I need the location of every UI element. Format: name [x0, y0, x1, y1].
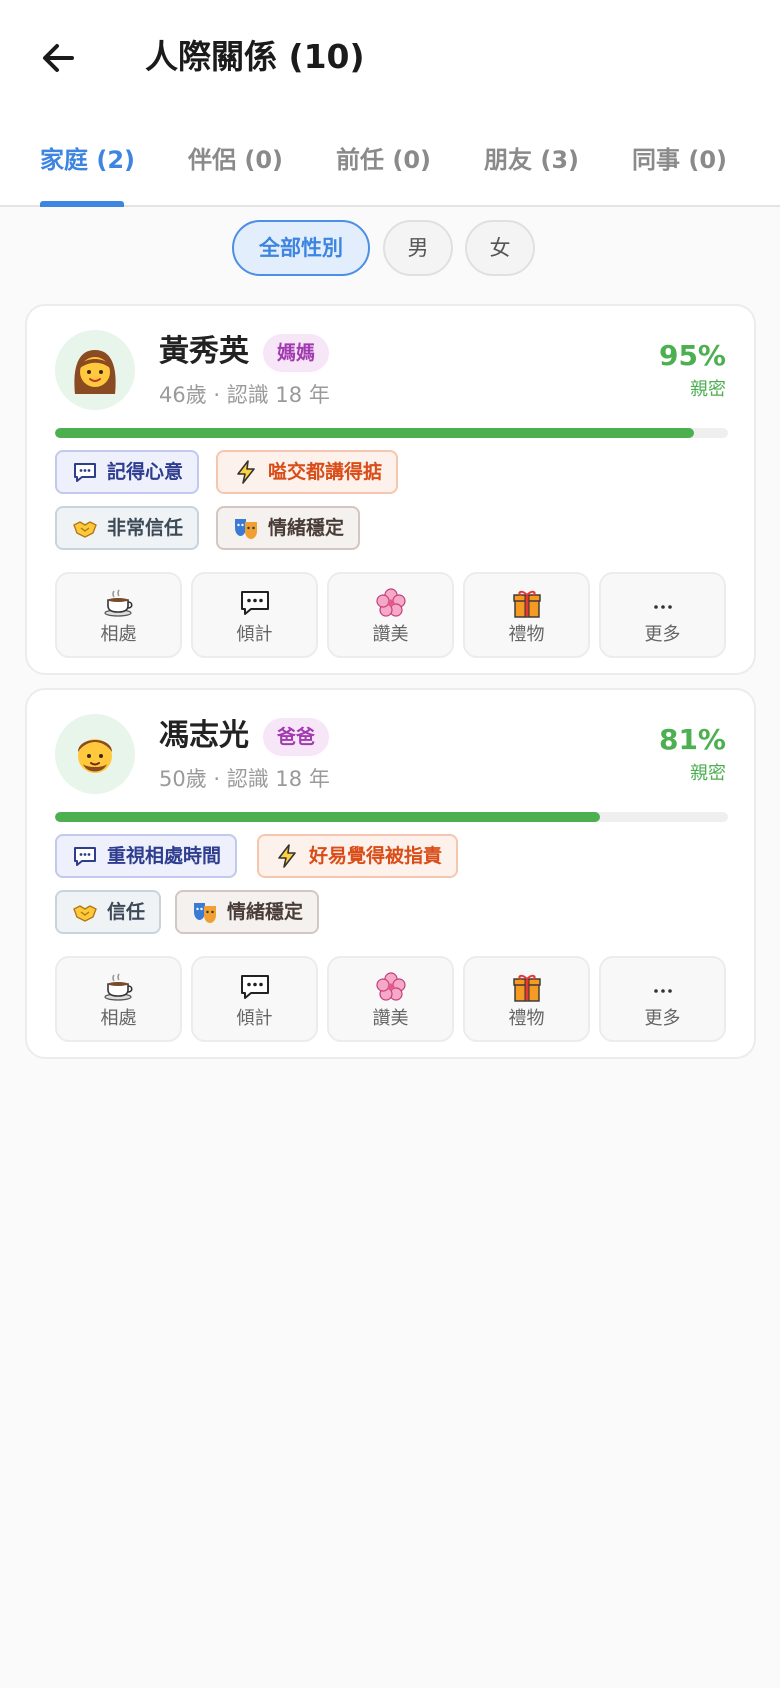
- speech-bubble-icon: [71, 458, 99, 486]
- action-hang-out-button[interactable]: 相處: [55, 956, 182, 1042]
- action-praise-button[interactable]: 讚美: [327, 956, 454, 1042]
- tab-ex[interactable]: 前任 (0): [336, 140, 431, 180]
- more-icon: [601, 970, 724, 1004]
- trait-tag-label: 信任: [107, 901, 146, 923]
- trait-tag: 情緒穩定: [175, 890, 320, 934]
- action-label: 禮物: [508, 624, 545, 645]
- intimacy-label: 親密: [690, 379, 726, 400]
- coffee-cup-icon: [57, 586, 180, 620]
- action-label: 相處: [100, 1008, 137, 1029]
- action-gift-button[interactable]: 禮物: [463, 572, 590, 658]
- person-meta: 46歲 · 認識 18 年: [159, 383, 330, 407]
- action-label: 傾計: [236, 624, 273, 645]
- theater-masks-icon: [191, 898, 219, 926]
- woman-face-icon: [74, 350, 116, 394]
- trait-tag: 信任: [55, 890, 162, 934]
- trait-tag-label: 情緒穩定: [227, 901, 304, 923]
- speech-bubble-icon: [71, 842, 99, 870]
- person-card[interactable]: 黃秀英 媽媽 46歲 · 認識 18 年 95% 親密 記得心意 嗌交都講得掂 …: [25, 304, 756, 675]
- gender-filter: 全部性別 男 女: [0, 220, 780, 276]
- active-tab-indicator: [40, 201, 124, 207]
- lightning-icon: [232, 458, 260, 486]
- gift-icon: [465, 586, 588, 620]
- trait-tag-label: 好易覺得被指責: [309, 845, 443, 867]
- action-label: 禮物: [508, 1008, 545, 1029]
- category-tabs: 家庭 (2) 伴侶 (0) 前任 (0) 朋友 (3) 同事 (0): [0, 110, 780, 207]
- trait-tag: 嗌交都講得掂: [216, 450, 399, 494]
- coffee-cup-icon: [57, 970, 180, 1004]
- intimacy-percent: 95%: [658, 339, 726, 372]
- trait-tag-label: 重視相處時間: [107, 845, 222, 867]
- avatar: [55, 714, 135, 794]
- intimacy-bar-fill: [55, 428, 695, 438]
- trait-tag: 好易覺得被指責: [257, 834, 459, 878]
- action-label: 更多: [644, 624, 681, 645]
- action-gift-button[interactable]: 禮物: [463, 956, 590, 1042]
- person-meta: 50歲 · 認識 18 年: [159, 767, 330, 791]
- man-face-icon: [78, 739, 112, 773]
- back-arrow-icon: [43, 44, 74, 72]
- tab-partner[interactable]: 伴侶 (0): [188, 140, 283, 180]
- person-name: 黃秀英: [159, 334, 249, 369]
- intimacy-bar-fill: [55, 812, 601, 822]
- role-badge: 爸爸: [263, 718, 330, 756]
- intimacy-bar: [55, 812, 728, 822]
- more-icon: [601, 586, 724, 620]
- theater-masks-icon: [232, 514, 260, 542]
- person-card[interactable]: 馮志光 爸爸 50歲 · 認識 18 年 81% 親密 重視相處時間 好易覺得被…: [25, 688, 756, 1059]
- intimacy-percent: 81%: [658, 723, 726, 756]
- trait-tag: 情緒穩定: [216, 506, 361, 550]
- role-badge: 媽媽: [263, 334, 330, 372]
- action-more-button[interactable]: 更多: [599, 572, 726, 658]
- action-chat-button[interactable]: 傾計: [191, 572, 318, 658]
- handshake-icon: [71, 514, 99, 542]
- trait-tag: 重視相處時間: [55, 834, 238, 878]
- action-label: 更多: [644, 1008, 681, 1029]
- top-app-bar: 人際關係 (10): [0, 0, 780, 110]
- action-chat-button[interactable]: 傾計: [191, 956, 318, 1042]
- action-hang-out-button[interactable]: 相處: [55, 572, 182, 658]
- trait-tag-label: 非常信任: [107, 517, 184, 539]
- trait-tag: 非常信任: [55, 506, 200, 550]
- chat-bubble-icon: [193, 970, 316, 1004]
- trait-tag-label: 記得心意: [107, 461, 184, 483]
- gift-icon: [465, 970, 588, 1004]
- trait-tag-label: 情緒穩定: [268, 517, 345, 539]
- action-more-button[interactable]: 更多: [599, 956, 726, 1042]
- trait-tag-label: 嗌交都講得掂: [268, 461, 383, 483]
- avatar: [55, 330, 135, 410]
- flower-icon: [329, 586, 452, 620]
- action-label: 讚美: [372, 1008, 409, 1029]
- tab-colleagues[interactable]: 同事 (0): [632, 140, 727, 180]
- back-button[interactable]: [34, 34, 82, 82]
- action-label: 傾計: [236, 1008, 273, 1029]
- filter-male[interactable]: 男: [383, 220, 453, 276]
- action-label: 相處: [100, 624, 137, 645]
- handshake-icon: [71, 898, 99, 926]
- filter-female[interactable]: 女: [465, 220, 535, 276]
- tab-friends[interactable]: 朋友 (3): [484, 140, 579, 180]
- action-praise-button[interactable]: 讚美: [327, 572, 454, 658]
- person-name: 馮志光: [159, 718, 249, 753]
- tab-family[interactable]: 家庭 (2): [40, 140, 135, 180]
- intimacy-label: 親密: [690, 763, 726, 784]
- page-title: 人際關係 (10): [145, 37, 365, 76]
- flower-icon: [329, 970, 452, 1004]
- intimacy-bar: [55, 428, 728, 438]
- trait-tag: 記得心意: [55, 450, 200, 494]
- filter-all-genders[interactable]: 全部性別: [232, 220, 370, 276]
- chat-bubble-icon: [193, 586, 316, 620]
- lightning-icon: [273, 842, 301, 870]
- action-label: 讚美: [372, 624, 409, 645]
